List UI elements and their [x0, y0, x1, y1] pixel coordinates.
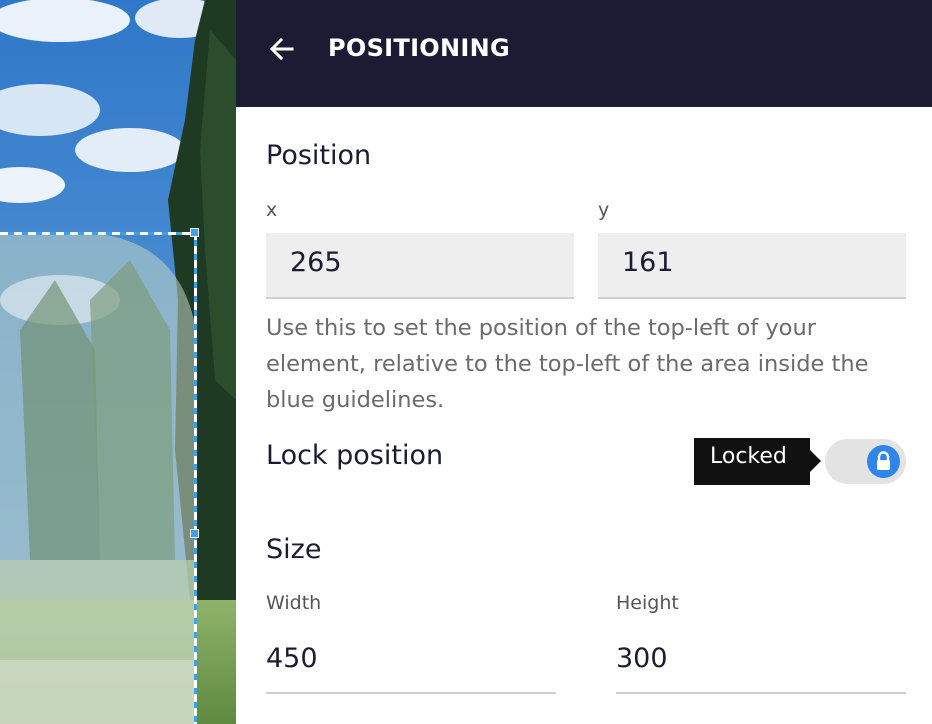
height-label: Height: [616, 592, 679, 614]
back-button[interactable]: [266, 33, 298, 65]
arrow-left-icon: [269, 37, 294, 61]
x-label: x: [266, 199, 278, 221]
lock-position-label: Lock position: [266, 440, 444, 471]
panel-header: POSITIONING: [236, 0, 932, 107]
position-help-text: Use this to set the position of the top-…: [266, 315, 869, 413]
y-label: y: [598, 199, 610, 221]
lock-position-toggle[interactable]: [825, 439, 906, 484]
toggle-knob: [867, 445, 900, 478]
locked-tooltip: Locked: [694, 438, 810, 485]
tooltip-arrow: [810, 450, 821, 472]
guideline-top: [0, 232, 196, 235]
height-input[interactable]: 300: [616, 638, 906, 694]
position-section-title: Position: [266, 140, 372, 171]
resize-handle-middle-right[interactable]: [190, 529, 199, 538]
panel-title: POSITIONING: [328, 34, 511, 62]
lock-icon: [877, 451, 890, 470]
width-input[interactable]: 450: [266, 638, 556, 694]
x-input[interactable]: 265: [266, 233, 574, 299]
size-section-title: Size: [266, 534, 322, 565]
y-input[interactable]: 161: [598, 233, 906, 299]
guideline-right: [194, 232, 197, 724]
resize-handle-top-right[interactable]: [190, 228, 199, 237]
design-canvas[interactable]: [0, 0, 236, 724]
width-label: Width: [266, 592, 322, 614]
background-photo: [0, 0, 236, 724]
positioning-panel: POSITIONING Position x 265 y 161 Use thi…: [236, 0, 932, 724]
